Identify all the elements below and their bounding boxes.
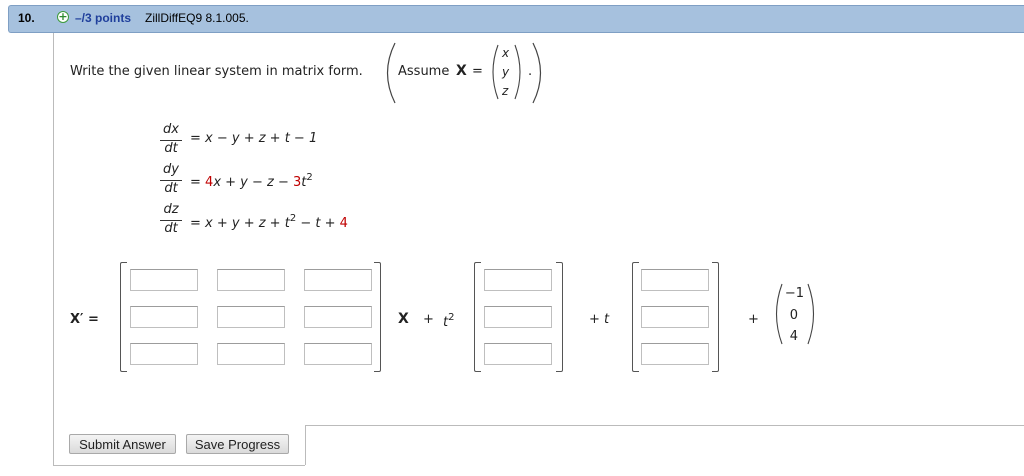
eq2-exponent: 2 [306, 172, 313, 183]
constant-3: 4 [789, 329, 798, 344]
t2-vector-1-input[interactable] [484, 269, 552, 291]
equation-3-rhs: = x + y + z + t2 − t + 4 [190, 213, 348, 231]
points-label: –/3 points [75, 11, 132, 25]
t2-vector-2-input[interactable] [484, 306, 552, 328]
eq2-term: x + y − z − [213, 175, 293, 190]
vector-x: x [502, 46, 510, 60]
eq1-numerator: dx [163, 122, 179, 137]
submit-answer-button[interactable]: Submit Answer [69, 434, 176, 454]
eq1-term: = x − y + z + t − 1 [190, 131, 318, 146]
inner-parenthesis-right [514, 44, 521, 100]
panel-divider [53, 465, 305, 466]
matrix-a11-input[interactable] [130, 269, 198, 291]
t-vector-1-input[interactable] [641, 269, 709, 291]
eq2-numerator: dy [163, 162, 179, 177]
vector-X-label: X [456, 63, 467, 79]
matrix-a12-input[interactable] [217, 269, 285, 291]
prompt-text: Write the given linear system in matrix … [70, 64, 363, 79]
matrix-a13-input[interactable] [304, 269, 372, 291]
x-prime-label: X′ = [70, 312, 99, 327]
constant-2: 0 [789, 308, 798, 323]
t-vector-right-bracket [712, 262, 719, 372]
matrix-right-bracket [374, 262, 381, 372]
eq2-denominator: dt [164, 181, 178, 196]
assume-label: Assume [398, 64, 450, 79]
vector-z: z [502, 84, 509, 98]
eq3-denominator: dt [164, 221, 178, 236]
panel-divider [305, 425, 306, 465]
t-vector-3-input[interactable] [641, 343, 709, 365]
t-exponent: 2 [448, 312, 455, 323]
eq2-term: = [190, 175, 206, 190]
question-number: 10. [18, 11, 35, 25]
plus-sign: + [423, 312, 434, 327]
plus-t-label: + t [589, 312, 610, 327]
t2-vector-right-bracket [556, 262, 563, 372]
eq3-term: − t + [296, 216, 340, 231]
t2-vector-3-input[interactable] [484, 343, 552, 365]
eq3-const-red: 4 [339, 216, 348, 231]
eq1-denominator: dt [164, 141, 178, 156]
equation-2-rhs: = 4x + y − z − 3t2 [190, 172, 313, 190]
matrix-a21-input[interactable] [130, 306, 198, 328]
inner-parenthesis-left [492, 44, 499, 100]
expand-plus-icon[interactable]: + [57, 11, 69, 23]
question-id: ZillDiffEQ9 8.1.005. [145, 11, 249, 25]
matrix-left-bracket [120, 262, 127, 372]
eq3-numerator: dz [163, 202, 179, 217]
t-squared: t2 [443, 312, 454, 330]
equation-1-rhs: = x − y + z + t − 1 [190, 131, 317, 146]
outer-parenthesis-left [386, 42, 396, 104]
t2-vector-left-bracket [474, 262, 481, 372]
outer-parenthesis-right [532, 42, 542, 104]
panel-divider [305, 425, 1024, 426]
constant-vector-right-paren [807, 283, 815, 345]
matrix-a32-input[interactable] [217, 343, 285, 365]
constant-1: −1 [784, 286, 804, 301]
x-prime-text: X′ = [70, 312, 99, 327]
t-vector-left-bracket [632, 262, 639, 372]
matrix-a33-input[interactable] [304, 343, 372, 365]
plus-sign-2: + [748, 312, 759, 327]
matrix-X-label: X [398, 311, 409, 327]
matrix-a23-input[interactable] [304, 306, 372, 328]
save-progress-button[interactable]: Save Progress [186, 434, 289, 454]
t-vector-2-input[interactable] [641, 306, 709, 328]
equals-sign: = [472, 64, 483, 79]
eq3-term: = x + y + z + t [190, 216, 290, 231]
matrix-a31-input[interactable] [130, 343, 198, 365]
matrix-a22-input[interactable] [217, 306, 285, 328]
vector-y: y [502, 65, 510, 79]
